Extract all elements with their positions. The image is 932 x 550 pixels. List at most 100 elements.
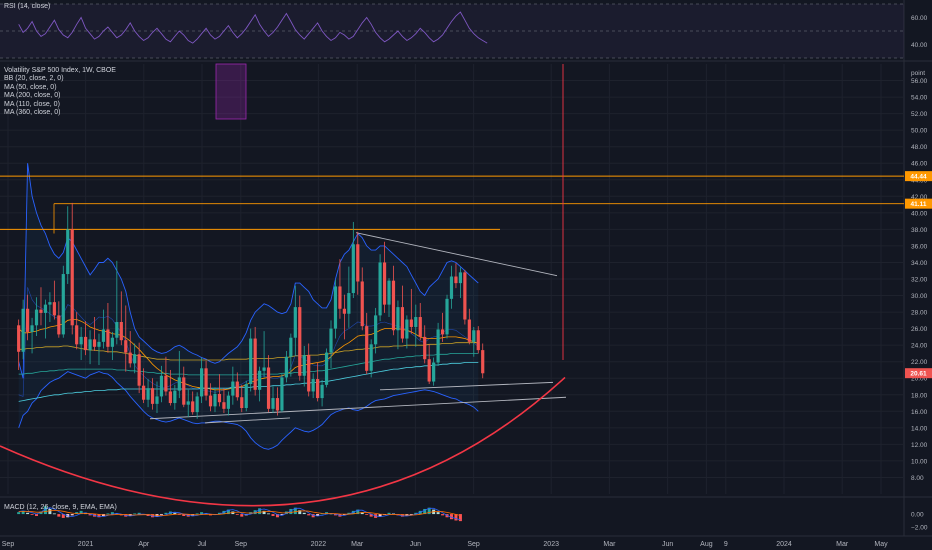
candle-body (208, 395, 213, 407)
candle-body (405, 319, 409, 339)
candle-body (177, 377, 181, 391)
candle-body (258, 370, 262, 390)
candle-body (481, 350, 485, 374)
candle-body (382, 262, 387, 305)
price-tick-label: 16.00 (911, 409, 928, 416)
price-tick-label: 8.00 (911, 475, 924, 482)
x-tick-label: Mar (836, 541, 849, 548)
candle-body (266, 367, 271, 409)
candle-body (159, 375, 164, 397)
indicator-ma50: MA (50, close, 0) (4, 83, 57, 91)
candle-body (21, 308, 25, 352)
price-tick-label: 52.00 (911, 111, 928, 118)
price-tick-label: 56.00 (911, 78, 928, 85)
x-tick-label: 9 (724, 541, 728, 548)
candle-body (360, 281, 364, 327)
x-tick-label: Aug (700, 541, 713, 548)
macd-histogram-bar (302, 512, 306, 515)
x-tick-label: Sep (235, 541, 248, 548)
candle-body (168, 391, 172, 404)
candle-body (48, 302, 52, 305)
macd-histogram-bar (387, 512, 391, 515)
candle-body (316, 379, 320, 399)
candle-body (34, 309, 39, 326)
x-tick-label: Jun (662, 541, 673, 548)
candle-body (146, 388, 150, 400)
candle-body (333, 286, 338, 329)
price-tick-label: 12.00 (911, 442, 928, 449)
candle-body (307, 355, 311, 392)
candle-body (289, 337, 293, 357)
main-legend: Volatility S&P 500 Index, 1W, CBOE BB (2… (4, 67, 116, 117)
price-tick-label: 32.00 (911, 277, 928, 284)
rsi-tick-label: 60.00 (911, 15, 928, 22)
candle-body (222, 402, 226, 409)
candle-body (204, 368, 208, 396)
candle-body (347, 293, 351, 314)
candle-body (284, 356, 288, 378)
x-tick-label: May (874, 541, 888, 548)
price-tick-label: 50.00 (911, 128, 928, 135)
x-tick-label: Apr (138, 541, 150, 548)
candle-body (320, 384, 324, 399)
x-tick-label: Jun (410, 541, 421, 548)
candle-body (150, 388, 155, 404)
macd-histogram-bar (26, 512, 30, 515)
candle-body (387, 280, 391, 305)
x-tick-label: Sep (2, 541, 15, 548)
symbol-title: Volatility S&P 500 Index, 1W, CBOE (4, 67, 116, 74)
price-tick-label: 34.00 (911, 260, 928, 267)
candle-body (458, 272, 463, 284)
price-tick-label: 18.00 (911, 392, 928, 399)
candle-body (440, 329, 445, 335)
candle-body (119, 322, 123, 341)
last-price-label: 20.61 (910, 371, 927, 378)
candle-body (396, 307, 400, 331)
candle-body (173, 390, 177, 404)
x-tick-label: Mar (603, 541, 616, 548)
candle-body (298, 307, 302, 376)
rsi-tick-label: 40.00 (911, 42, 928, 49)
candle-body (164, 375, 168, 392)
candle-body (271, 398, 275, 409)
candle-body (365, 326, 369, 371)
candle-body (302, 355, 306, 376)
indicator-ma200: MA (200, close, 0) (4, 92, 61, 100)
candle-body (262, 367, 266, 371)
candle-body (351, 244, 355, 294)
macd-histogram-bar (57, 514, 61, 517)
candle-body (409, 319, 413, 327)
price-tick-label: 28.00 (911, 310, 928, 317)
candle-body (200, 368, 204, 397)
candle-body (414, 317, 418, 327)
price-tick-label: 46.00 (911, 161, 928, 168)
candle-body (244, 384, 248, 408)
candle-body (231, 381, 235, 396)
candle-body (57, 315, 61, 335)
candle-body (30, 325, 34, 332)
macd-histogram-bar (436, 512, 440, 515)
price-tick-label: 14.00 (911, 425, 928, 432)
candle-body (128, 352, 132, 364)
x-tick-label: Sep (467, 541, 480, 548)
candle-body (427, 359, 431, 382)
macd-legend: MACD (12, 26, close, 9, EMA, EMA) (4, 504, 117, 511)
candle-body (472, 330, 476, 342)
macd-histogram-bar (195, 513, 199, 515)
candle-body (280, 377, 284, 411)
chart-canvas[interactable]: Sep 2021 Apr Jul Sep 2022 Mar Jun Sep 2023 Mar Jun A… (0, 0, 932, 550)
candle-body (329, 328, 333, 353)
highlight-box (215, 63, 247, 120)
candle-body (195, 396, 199, 413)
x-tick-label: 2024 (776, 541, 792, 548)
candle-body (418, 317, 422, 337)
x-tick-label: 2023 (543, 541, 559, 548)
price-tick-label: 48.00 (911, 144, 928, 151)
candle-body (293, 307, 297, 338)
price-tick-label: 40.00 (911, 210, 928, 217)
candle-body (445, 298, 449, 335)
macd-tick-label: −2.00 (911, 524, 928, 531)
candle-body (217, 393, 222, 403)
price-tick-label: 24.00 (911, 343, 928, 350)
indicator-bb: BB (20, close, 2, 0) (4, 75, 64, 83)
